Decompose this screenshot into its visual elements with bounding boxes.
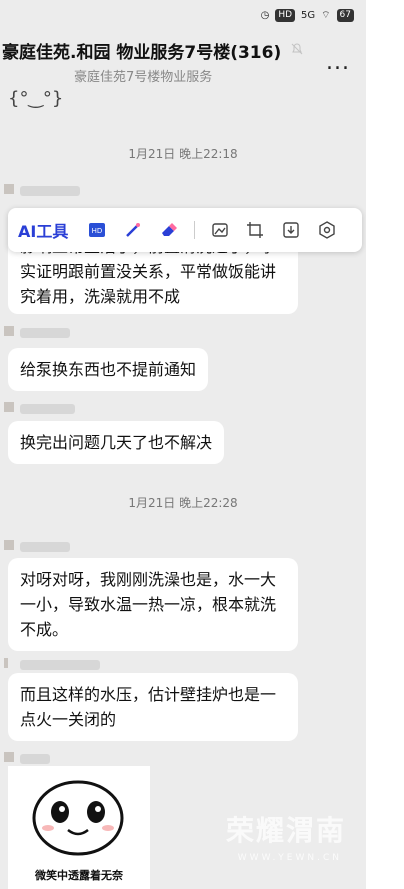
message-bubble[interactable]: 而且这样的水压，估计壁挂炉也是一点火一关闭的: [8, 673, 298, 741]
chat-header: 豪庭佳苑.和园 物业服务7号楼(316) 豪庭佳苑7号楼物业服务 ...: [0, 32, 366, 88]
watermark-text: 荣耀渭南: [225, 814, 346, 847]
image-edit-icon[interactable]: [209, 219, 231, 241]
group-title[interactable]: 豪庭佳苑.和园 物业服务7号楼(316): [2, 38, 281, 63]
hd-badge-icon: HD: [275, 8, 296, 22]
avatar[interactable]: [4, 540, 14, 550]
sender-name: [20, 542, 70, 552]
message-text: 换完出问题几天了也不解决: [20, 433, 213, 452]
avatar[interactable]: [4, 658, 8, 668]
avatar[interactable]: [4, 326, 14, 336]
crop-icon[interactable]: [245, 219, 267, 241]
message-text: 给泵换东西也不提前通知: [20, 360, 197, 379]
timestamp: 1月21日 晚上22:18: [128, 147, 238, 161]
wifi-icon: ⌔: [321, 9, 331, 21]
watermark-url: WWW.YEWN.CN: [237, 853, 342, 863]
sender-name: [20, 186, 80, 196]
message-bubble[interactable]: 对呀对呀，我刚刚洗澡也是，水一大一小，导致水温一热一凉，根本就洗不成。: [8, 558, 298, 651]
smiling-face-icon: [32, 780, 124, 856]
right-margin: [366, 0, 404, 889]
ai-tools-button[interactable]: AI工具: [18, 218, 68, 242]
sender-name: [20, 404, 75, 414]
sticker-partial: {°‿°}: [8, 88, 64, 109]
magic-wand-icon[interactable]: [122, 219, 144, 241]
avatar[interactable]: [4, 752, 14, 762]
avatar[interactable]: [4, 402, 14, 412]
sender-name: [20, 328, 70, 338]
eraser-icon[interactable]: [158, 219, 180, 241]
status-bar: ◷ HD 5G ⌔ 67: [0, 0, 366, 30]
group-subtitle: 豪庭佳苑7号楼物业服务: [74, 70, 213, 85]
message-text: 对呀对呀，我刚刚洗澡也是，水一大一小，导致水温一热一凉，根本就洗不成。: [20, 570, 277, 639]
settings-icon[interactable]: [316, 219, 338, 241]
ai-toolbar: AI工具 HD: [8, 208, 362, 252]
battery-level: 67: [336, 8, 354, 22]
toolbar-divider: [193, 221, 195, 239]
sender-name: [20, 660, 100, 670]
chat-screen: ◷ HD 5G ⌔ 67 豪庭佳苑.和园 物业服务7号楼(316) 豪庭佳苑7号…: [0, 0, 366, 889]
more-options-button[interactable]: ...: [326, 50, 350, 75]
alarm-icon: ◷: [260, 9, 270, 21]
timestamp: 1月21日 晚上22:28: [128, 496, 238, 510]
message-text: 而且这样的水压，估计壁挂炉也是一点火一关闭的: [20, 685, 277, 729]
message-bubble[interactable]: 给泵换东西也不提前通知: [8, 348, 209, 391]
meme-caption: 微笑中透露着无奈: [35, 869, 123, 882]
sender-name: [20, 754, 50, 764]
svg-text:HD: HD: [92, 227, 103, 235]
message-bubble[interactable]: 换完出问题几天了也不解决: [8, 421, 225, 464]
muted-bell-icon: [291, 43, 303, 55]
network-label: 5G: [301, 9, 316, 21]
download-icon[interactable]: [280, 219, 302, 241]
hd-icon[interactable]: HD: [86, 219, 108, 241]
avatar[interactable]: [4, 184, 14, 194]
meme-sticker[interactable]: 微笑中透露着无奈: [8, 766, 150, 889]
